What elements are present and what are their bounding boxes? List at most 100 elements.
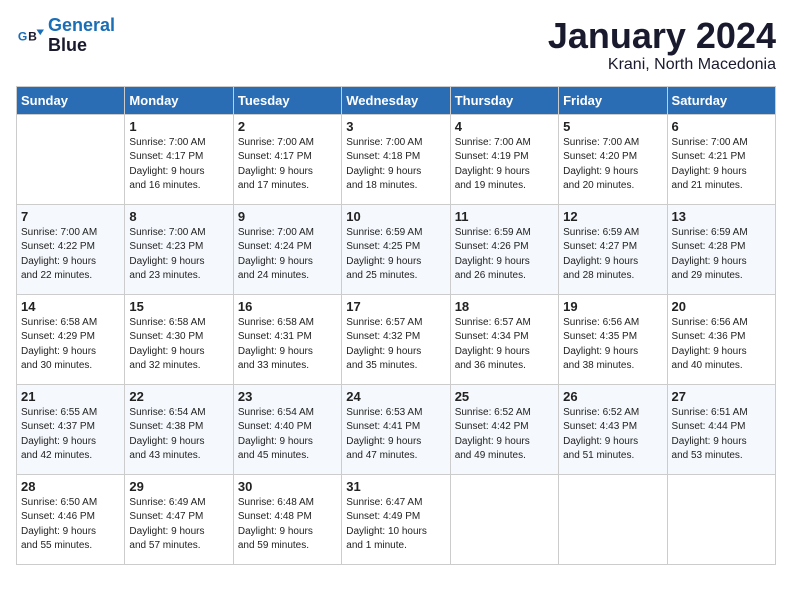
calendar-cell: 17 Sunrise: 6:57 AM Sunset: 4:32 PM Dayli… (342, 294, 450, 384)
day-number: 15 (129, 299, 228, 314)
day-info: Sunrise: 6:52 AM Sunset: 4:42 PM Dayligh… (455, 406, 554, 464)
day-number: 30 (238, 479, 337, 494)
day-number: 8 (129, 209, 228, 224)
month-title: January 2024 (548, 16, 776, 56)
day-number: 17 (346, 299, 445, 314)
day-number: 19 (563, 299, 662, 314)
title-block: January 2024 Krani, North Macedonia (548, 16, 776, 74)
calendar-cell: 21 Sunrise: 6:55 AM Sunset: 4:37 PM Dayli… (17, 384, 125, 474)
day-info: Sunrise: 7:00 AM Sunset: 4:19 PM Dayligh… (455, 136, 554, 194)
calendar-cell: 18 Sunrise: 6:57 AM Sunset: 4:34 PM Dayli… (450, 294, 558, 384)
day-info: Sunrise: 7:00 AM Sunset: 4:17 PM Dayligh… (238, 136, 337, 194)
day-number: 31 (346, 479, 445, 494)
calendar-table: SundayMondayTuesdayWednesdayThursdayFrid… (16, 86, 776, 565)
day-number: 6 (672, 119, 771, 134)
day-number: 25 (455, 389, 554, 404)
calendar-cell: 31 Sunrise: 6:47 AM Sunset: 4:49 PM Dayli… (342, 474, 450, 564)
svg-text:B: B (28, 29, 37, 43)
day-info: Sunrise: 7:00 AM Sunset: 4:17 PM Dayligh… (129, 136, 228, 194)
day-info: Sunrise: 7:00 AM Sunset: 4:18 PM Dayligh… (346, 136, 445, 194)
calendar-cell: 5Sunrise: 7:00 AM Sunset: 4:20 PM Daylig… (559, 114, 667, 204)
day-number: 29 (129, 479, 228, 494)
day-info: Sunrise: 6:49 AM Sunset: 4:47 PM Dayligh… (129, 496, 228, 554)
day-info: Sunrise: 7:00 AM Sunset: 4:20 PM Dayligh… (563, 136, 662, 194)
page-header: G B General Blue January 2024 Krani, Nor… (16, 16, 776, 74)
calendar-cell: 27Sunrise: 6:51 AM Sunset: 4:44 PM Dayli… (667, 384, 775, 474)
calendar-header: SundayMondayTuesdayWednesdayThursdayFrid… (17, 86, 776, 114)
day-info: Sunrise: 6:55 AM Sunset: 4:37 PM Dayligh… (21, 406, 120, 464)
day-number: 27 (672, 389, 771, 404)
day-info: Sunrise: 7:00 AM Sunset: 4:24 PM Dayligh… (238, 226, 337, 284)
weekday-header-monday: Monday (125, 86, 233, 114)
calendar-cell: 22Sunrise: 6:54 AM Sunset: 4:38 PM Dayli… (125, 384, 233, 474)
weekday-header-wednesday: Wednesday (342, 86, 450, 114)
calendar-cell: 9 Sunrise: 7:00 AM Sunset: 4:24 PM Daylig… (233, 204, 341, 294)
calendar-cell: 11 Sunrise: 6:59 AM Sunset: 4:26 PM Dayli… (450, 204, 558, 294)
calendar-cell: 8 Sunrise: 7:00 AM Sunset: 4:23 PM Daylig… (125, 204, 233, 294)
calendar-week-0: 1 Sunrise: 7:00 AM Sunset: 4:17 PM Daylig… (17, 114, 776, 204)
day-info: Sunrise: 6:53 AM Sunset: 4:41 PM Dayligh… (346, 406, 445, 464)
day-number: 14 (21, 299, 120, 314)
day-info: Sunrise: 7:00 AM Sunset: 4:22 PM Dayligh… (21, 226, 120, 284)
day-number: 3 (346, 119, 445, 134)
day-info: Sunrise: 6:59 AM Sunset: 4:27 PM Dayligh… (563, 226, 662, 284)
calendar-cell: 3 Sunrise: 7:00 AM Sunset: 4:18 PM Daylig… (342, 114, 450, 204)
day-info: Sunrise: 6:59 AM Sunset: 4:25 PM Dayligh… (346, 226, 445, 284)
day-info: Sunrise: 7:00 AM Sunset: 4:23 PM Dayligh… (129, 226, 228, 284)
calendar-week-1: 7 Sunrise: 7:00 AM Sunset: 4:22 PM Daylig… (17, 204, 776, 294)
day-number: 13 (672, 209, 771, 224)
logo-text: General Blue (48, 16, 115, 56)
weekday-header-friday: Friday (559, 86, 667, 114)
day-number: 23 (238, 389, 337, 404)
calendar-cell (559, 474, 667, 564)
day-number: 11 (455, 209, 554, 224)
weekday-header-saturday: Saturday (667, 86, 775, 114)
day-info: Sunrise: 6:54 AM Sunset: 4:40 PM Dayligh… (238, 406, 337, 464)
calendar-cell: 26Sunrise: 6:52 AM Sunset: 4:43 PM Dayli… (559, 384, 667, 474)
calendar-cell (450, 474, 558, 564)
weekday-header-thursday: Thursday (450, 86, 558, 114)
day-info: Sunrise: 6:47 AM Sunset: 4:49 PM Dayligh… (346, 496, 445, 554)
day-number: 18 (455, 299, 554, 314)
calendar-cell: 12 Sunrise: 6:59 AM Sunset: 4:27 PM Dayli… (559, 204, 667, 294)
day-info: Sunrise: 6:59 AM Sunset: 4:26 PM Dayligh… (455, 226, 554, 284)
calendar-cell: 16 Sunrise: 6:58 AM Sunset: 4:31 PM Dayli… (233, 294, 341, 384)
day-number: 2 (238, 119, 337, 134)
day-number: 7 (21, 209, 120, 224)
calendar-cell: 24 Sunrise: 6:53 AM Sunset: 4:41 PM Dayli… (342, 384, 450, 474)
day-info: Sunrise: 6:58 AM Sunset: 4:31 PM Dayligh… (238, 316, 337, 374)
day-info: Sunrise: 6:57 AM Sunset: 4:34 PM Dayligh… (455, 316, 554, 374)
calendar-week-4: 28Sunrise: 6:50 AM Sunset: 4:46 PM Dayli… (17, 474, 776, 564)
calendar-week-3: 21 Sunrise: 6:55 AM Sunset: 4:37 PM Dayli… (17, 384, 776, 474)
day-info: Sunrise: 6:56 AM Sunset: 4:35 PM Dayligh… (563, 316, 662, 374)
day-info: Sunrise: 6:56 AM Sunset: 4:36 PM Dayligh… (672, 316, 771, 374)
svg-text:G: G (18, 29, 27, 43)
day-info: Sunrise: 6:57 AM Sunset: 4:32 PM Dayligh… (346, 316, 445, 374)
calendar-body: 1 Sunrise: 7:00 AM Sunset: 4:17 PM Daylig… (17, 114, 776, 564)
calendar-cell: 30Sunrise: 6:48 AM Sunset: 4:48 PM Dayli… (233, 474, 341, 564)
calendar-week-2: 14Sunrise: 6:58 AM Sunset: 4:29 PM Dayli… (17, 294, 776, 384)
day-number: 9 (238, 209, 337, 224)
day-info: Sunrise: 6:59 AM Sunset: 4:28 PM Dayligh… (672, 226, 771, 284)
calendar-cell: 13 Sunrise: 6:59 AM Sunset: 4:28 PM Dayli… (667, 204, 775, 294)
day-number: 16 (238, 299, 337, 314)
calendar-cell: 28Sunrise: 6:50 AM Sunset: 4:46 PM Dayli… (17, 474, 125, 564)
logo-line2: Blue (48, 35, 87, 55)
day-number: 21 (21, 389, 120, 404)
day-number: 22 (129, 389, 228, 404)
calendar-cell: 19 Sunrise: 6:56 AM Sunset: 4:35 PM Dayli… (559, 294, 667, 384)
weekday-header-tuesday: Tuesday (233, 86, 341, 114)
day-number: 1 (129, 119, 228, 134)
calendar-cell: 25 Sunrise: 6:52 AM Sunset: 4:42 PM Dayli… (450, 384, 558, 474)
calendar-cell: 2 Sunrise: 7:00 AM Sunset: 4:17 PM Daylig… (233, 114, 341, 204)
calendar-cell: 10Sunrise: 6:59 AM Sunset: 4:25 PM Dayli… (342, 204, 450, 294)
day-info: Sunrise: 6:50 AM Sunset: 4:46 PM Dayligh… (21, 496, 120, 554)
day-number: 24 (346, 389, 445, 404)
logo: G B General Blue (16, 16, 115, 56)
day-info: Sunrise: 7:00 AM Sunset: 4:21 PM Dayligh… (672, 136, 771, 194)
day-number: 12 (563, 209, 662, 224)
day-number: 26 (563, 389, 662, 404)
calendar-cell: 14Sunrise: 6:58 AM Sunset: 4:29 PM Dayli… (17, 294, 125, 384)
location-subtitle: Krani, North Macedonia (548, 56, 776, 74)
day-info: Sunrise: 6:58 AM Sunset: 4:30 PM Dayligh… (129, 316, 228, 374)
